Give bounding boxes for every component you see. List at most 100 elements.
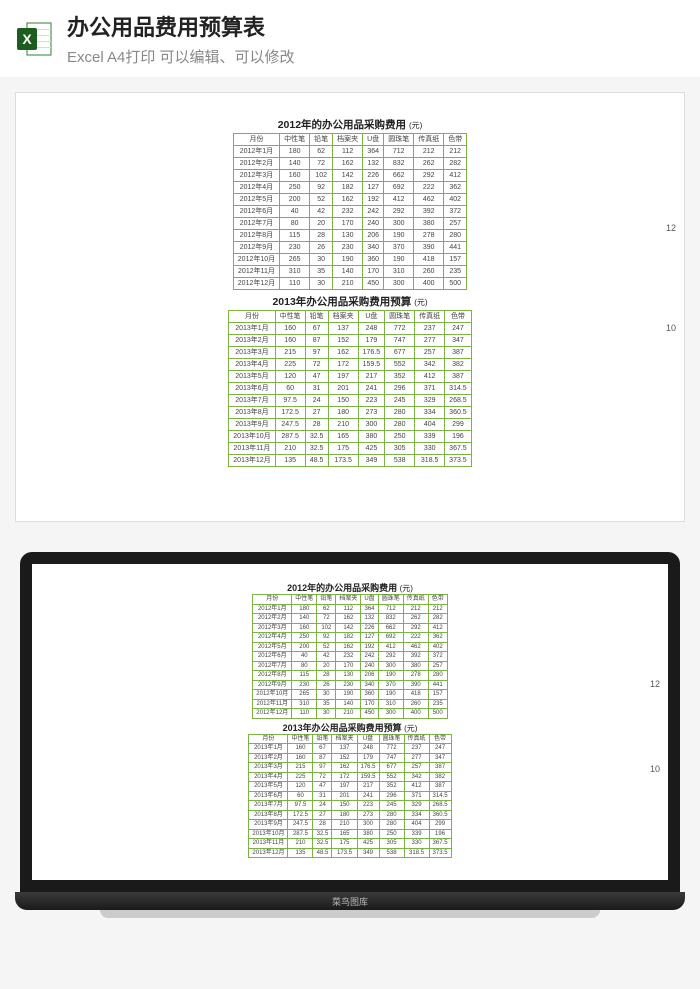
cell: 2013年1月 [249,744,288,754]
column-header: 色带 [428,595,447,605]
table-row: 2012年10月26530190360190418157 [253,690,447,700]
cell: 340 [361,680,378,690]
cell: 832 [384,158,414,170]
cell: 175 [332,839,357,849]
cell: 412 [384,194,414,206]
table-title: 2012年的办公用品采购费用 (元) [135,117,565,132]
cell: 140 [292,614,317,624]
cell: 367.5 [429,839,451,849]
cell: 162 [336,642,361,652]
column-header: 月份 [249,734,288,744]
cell: 230 [333,242,363,254]
cell: 182 [333,182,363,194]
cell: 142 [333,170,363,182]
cell: 28 [313,820,332,830]
cell: 347 [445,335,472,347]
cell: 538 [385,455,415,467]
cell: 360 [361,690,378,700]
cell: 450 [363,278,384,290]
cell: 339 [415,431,445,443]
table-row: 2012年9月23026230340370390441 [253,680,447,690]
cell: 210 [332,820,357,830]
cell: 2012年4月 [253,633,292,643]
cell: 370 [384,242,414,254]
cell: 190 [336,690,361,700]
cell: 180 [280,146,310,158]
cell: 115 [280,230,310,242]
cell: 250 [379,829,404,839]
cell: 241 [357,791,379,801]
cell: 2013年6月 [249,791,288,801]
table-row: 2012年10月26530190360190418157 [233,254,466,266]
cell: 190 [384,230,414,242]
cell: 360.5 [429,810,451,820]
cell: 300 [378,709,403,719]
cell: 2012年1月 [233,146,279,158]
column-header: 月份 [253,595,292,605]
cell: 112 [336,604,361,614]
cell: 130 [336,671,361,681]
cell: 2013年9月 [249,820,288,830]
cell: 110 [280,278,310,290]
cell: 179 [357,753,379,763]
cell: 2012年3月 [253,623,292,633]
cell: 210 [275,443,305,455]
cell: 212 [444,146,467,158]
cell: 140 [336,699,361,709]
cell: 2012年8月 [233,230,279,242]
cell: 2013年3月 [229,347,275,359]
cell: 172 [332,772,357,782]
cell: 305 [379,839,404,849]
cell: 370 [378,680,403,690]
cell: 30 [310,278,333,290]
cell: 247 [429,744,451,754]
column-header: 铅笔 [313,734,332,744]
cell: 212 [428,604,447,614]
cell: 206 [363,230,384,242]
cell: 102 [317,623,336,633]
table-row: 2013年5月12047197217352412387 [249,782,451,792]
column-header: 圆珠笔 [379,734,404,744]
cell: 242 [361,652,378,662]
cell: 247.5 [288,820,313,830]
cell: 400 [403,709,428,719]
cell: 265 [280,254,310,266]
cell: 180 [332,810,357,820]
cell: 342 [415,359,445,371]
table-row: 2012年3月160102142226662292412 [253,623,447,633]
cell: 372 [428,652,447,662]
cell: 150 [332,801,357,811]
cell: 2012年5月 [233,194,279,206]
cell: 132 [363,158,384,170]
data-table: 月份中性笔铅笔档案夹U盘圆珠笔传真纸色带2012年1月1806211236471… [233,133,467,290]
excel-icon: X [15,19,55,59]
cell: 159.5 [357,772,379,782]
cell: 247.5 [275,419,305,431]
cell: 305 [385,443,415,455]
cell: 390 [403,680,428,690]
cell: 367.5 [445,443,472,455]
cell: 210 [288,839,313,849]
cell: 225 [275,359,305,371]
cell: 42 [317,652,336,662]
table-row: 2012年12月11030210450300400500 [233,278,466,290]
cell: 373.5 [445,455,472,467]
cell: 340 [363,242,384,254]
column-header: U盘 [361,595,378,605]
cell: 237 [415,323,445,335]
cell: 2013年7月 [229,395,275,407]
cell: 2013年12月 [229,455,275,467]
cell: 47 [313,782,332,792]
cell: 180 [292,604,317,614]
table-row: 2013年9月247.528210300280404299 [249,820,451,830]
cell: 226 [363,170,384,182]
cell: 140 [333,266,363,278]
data-table: 月份中性笔铅笔档案夹U盘圆珠笔传真纸色带2013年1月1606713724877… [228,310,471,467]
cell: 2013年12月 [249,848,288,858]
cell: 2012年12月 [233,278,279,290]
cell: 441 [444,242,467,254]
cell: 2012年10月 [253,690,292,700]
cell: 210 [336,709,361,719]
cell: 60 [275,383,305,395]
cell: 179 [358,335,385,347]
